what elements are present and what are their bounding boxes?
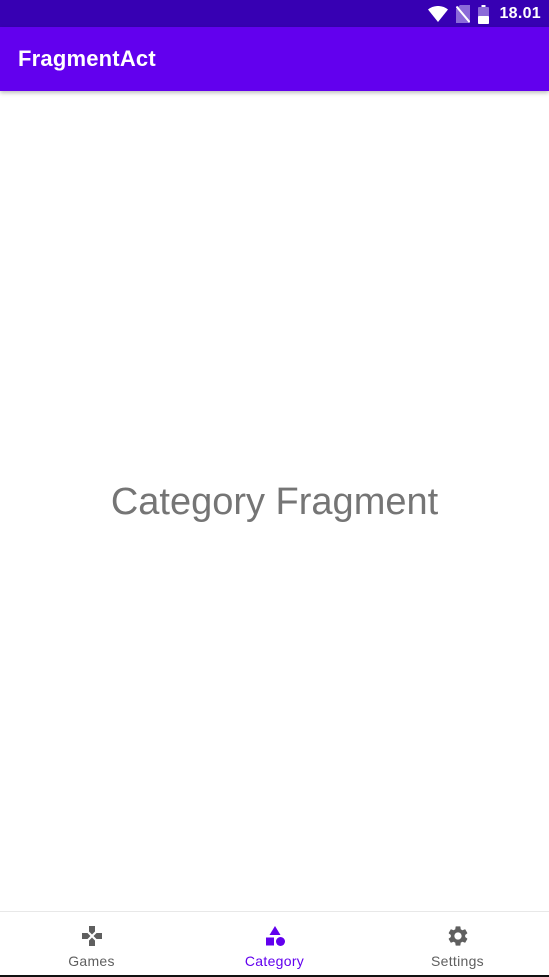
fragment-text: Category Fragment (110, 480, 439, 523)
status-bar: 18.01 (0, 0, 549, 27)
nav-item-category[interactable]: Category (183, 912, 366, 976)
nav-item-settings[interactable]: Settings (366, 912, 549, 976)
wifi-icon (428, 6, 449, 22)
app-title: FragmentAct (18, 46, 156, 71)
status-icons: 18.01 (428, 4, 541, 24)
nav-label-games: Games (68, 953, 115, 969)
bottom-navigation: Games Category Settings (0, 911, 549, 976)
nav-item-games[interactable]: Games (0, 912, 183, 976)
gamepad-icon (79, 923, 105, 949)
nav-label-category: Category (244, 953, 305, 969)
gear-icon (445, 923, 471, 949)
status-time: 18.01 (499, 5, 541, 22)
nav-label-settings: Settings (431, 953, 484, 969)
fragment-container: Category Fragment (0, 91, 549, 911)
category-icon (262, 923, 288, 949)
app-bar: FragmentAct (0, 27, 549, 91)
no-sim-icon (456, 5, 471, 23)
screen: 18.01 FragmentAct Category Fragment Game… (0, 0, 549, 977)
battery-icon (478, 4, 490, 24)
